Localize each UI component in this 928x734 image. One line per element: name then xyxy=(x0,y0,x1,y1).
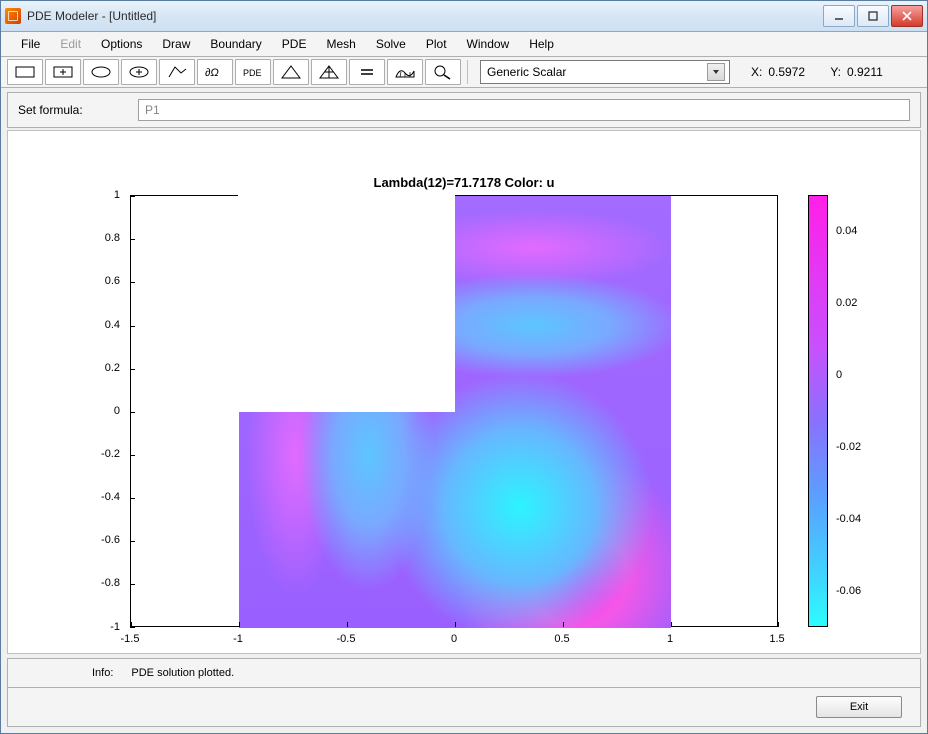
application-mode-dropdown[interactable]: Generic Scalar xyxy=(480,60,730,84)
tool-ellipse[interactable] xyxy=(83,59,119,85)
tool-boundary[interactable]: ∂Ω xyxy=(197,59,233,85)
bottom-bar: Exit xyxy=(7,688,921,727)
coord-y-value: 0.9211 xyxy=(847,65,903,79)
colorbar-tick: -0.02 xyxy=(836,441,861,453)
colorbar-tick: -0.04 xyxy=(836,513,861,525)
set-formula-input[interactable] xyxy=(138,99,910,121)
rectangle-icon xyxy=(12,63,38,81)
window-title: PDE Modeler - [Untitled] xyxy=(27,9,823,23)
ellipse-icon xyxy=(88,63,114,81)
menu-window[interactable]: Window xyxy=(457,33,520,55)
menu-solve[interactable]: Solve xyxy=(366,33,416,55)
xtick-label: 1.5 xyxy=(769,633,784,645)
svg-text:∂Ω: ∂Ω xyxy=(205,67,219,79)
info-text: PDE solution plotted. xyxy=(131,667,234,679)
exit-button[interactable]: Exit xyxy=(816,696,902,718)
info-label: Info: xyxy=(92,667,113,679)
app-window: PDE Modeler - [Untitled] File Edit Optio… xyxy=(0,0,928,734)
ytick-label: 0.6 xyxy=(70,275,120,287)
maximize-button[interactable] xyxy=(857,5,889,27)
colorbar-tick: 0.04 xyxy=(836,225,857,237)
toolbar-separator xyxy=(467,60,468,84)
coord-x-label: X: xyxy=(751,65,762,79)
set-formula-label: Set formula: xyxy=(18,103,118,117)
tool-pde-spec[interactable]: PDE xyxy=(235,59,271,85)
menu-help[interactable]: Help xyxy=(519,33,564,55)
colorbar-tick: 0 xyxy=(836,369,842,381)
ytick-label: -1 xyxy=(70,621,120,633)
app-icon xyxy=(5,8,21,24)
ytick-label: 0.2 xyxy=(70,362,120,374)
equals-icon xyxy=(354,63,380,81)
xtick-label: -1 xyxy=(233,633,243,645)
tool-ellipse-center[interactable] xyxy=(121,59,157,85)
titlebar[interactable]: PDE Modeler - [Untitled] xyxy=(1,1,927,32)
xtick-label: -0.5 xyxy=(337,633,356,645)
menubar: File Edit Options Draw Boundary PDE Mesh… xyxy=(1,32,927,57)
tool-refine-mesh[interactable] xyxy=(311,59,347,85)
coord-y-label: Y: xyxy=(830,65,841,79)
minimize-button[interactable] xyxy=(823,5,855,27)
dropdown-value: Generic Scalar xyxy=(487,65,566,79)
domain-cutout xyxy=(238,195,455,412)
ytick-label: 1 xyxy=(70,189,120,201)
xtick-label: -1.5 xyxy=(121,633,140,645)
tool-zoom[interactable] xyxy=(425,59,461,85)
menu-mesh[interactable]: Mesh xyxy=(316,33,365,55)
menu-draw[interactable]: Draw xyxy=(152,33,200,55)
zoom-icon xyxy=(430,63,456,81)
svg-text:PDE: PDE xyxy=(243,68,262,78)
plot-area[interactable]: Lambda(12)=71.7178 Color: u xyxy=(7,130,921,654)
close-icon xyxy=(901,10,913,22)
menu-options[interactable]: Options xyxy=(91,33,152,55)
ellipse-plus-icon xyxy=(126,63,152,81)
menu-file[interactable]: File xyxy=(11,33,50,55)
colorbar-tick: 0.02 xyxy=(836,297,857,309)
set-formula-panel: Set formula: xyxy=(7,92,921,128)
toolbar: ∂Ω PDE Generic Scalar X: 0.5972 Y: 0.921… xyxy=(1,57,927,88)
plot-title: Lambda(12)=71.7178 Color: u xyxy=(8,175,920,190)
ytick-label: -0.4 xyxy=(70,491,120,503)
chevron-down-icon xyxy=(707,63,725,81)
window-controls xyxy=(823,5,923,27)
tool-mesh[interactable] xyxy=(273,59,309,85)
xtick-label: 0 xyxy=(451,633,457,645)
ytick-label: 0 xyxy=(70,405,120,417)
info-bar: Info: PDE solution plotted. xyxy=(7,658,921,688)
polygon-icon xyxy=(164,63,190,81)
tool-plot3d[interactable] xyxy=(387,59,423,85)
ytick-label: 0.8 xyxy=(70,232,120,244)
tool-polygon[interactable] xyxy=(159,59,195,85)
ytick-label: -0.8 xyxy=(70,577,120,589)
maximize-icon xyxy=(867,10,879,22)
xtick-label: 1 xyxy=(667,633,673,645)
ytick-label: -0.2 xyxy=(70,448,120,460)
tool-rectangle[interactable] xyxy=(7,59,43,85)
minimize-icon xyxy=(833,10,845,22)
tool-rectangle-center[interactable] xyxy=(45,59,81,85)
surface-icon xyxy=(392,63,418,81)
colorbar-tick: -0.06 xyxy=(836,585,861,597)
coordinate-readout: X: 0.5972 Y: 0.9211 xyxy=(751,65,921,79)
triangle-refine-icon xyxy=(316,63,342,81)
menu-plot[interactable]: Plot xyxy=(416,33,457,55)
pde-text-icon: PDE xyxy=(240,63,266,81)
triangle-icon xyxy=(278,63,304,81)
colorbar xyxy=(808,195,828,627)
menu-edit[interactable]: Edit xyxy=(50,33,91,55)
rectangle-plus-icon xyxy=(50,63,76,81)
ytick-label: -0.6 xyxy=(70,534,120,546)
menu-boundary[interactable]: Boundary xyxy=(200,33,271,55)
close-button[interactable] xyxy=(891,5,923,27)
menu-pde[interactable]: PDE xyxy=(272,33,317,55)
tool-solve[interactable] xyxy=(349,59,385,85)
axes xyxy=(130,195,778,627)
partial-omega-icon: ∂Ω xyxy=(202,63,228,81)
coord-x-value: 0.5972 xyxy=(768,65,824,79)
xtick-label: 0.5 xyxy=(554,633,569,645)
ytick-label: 0.4 xyxy=(70,319,120,331)
